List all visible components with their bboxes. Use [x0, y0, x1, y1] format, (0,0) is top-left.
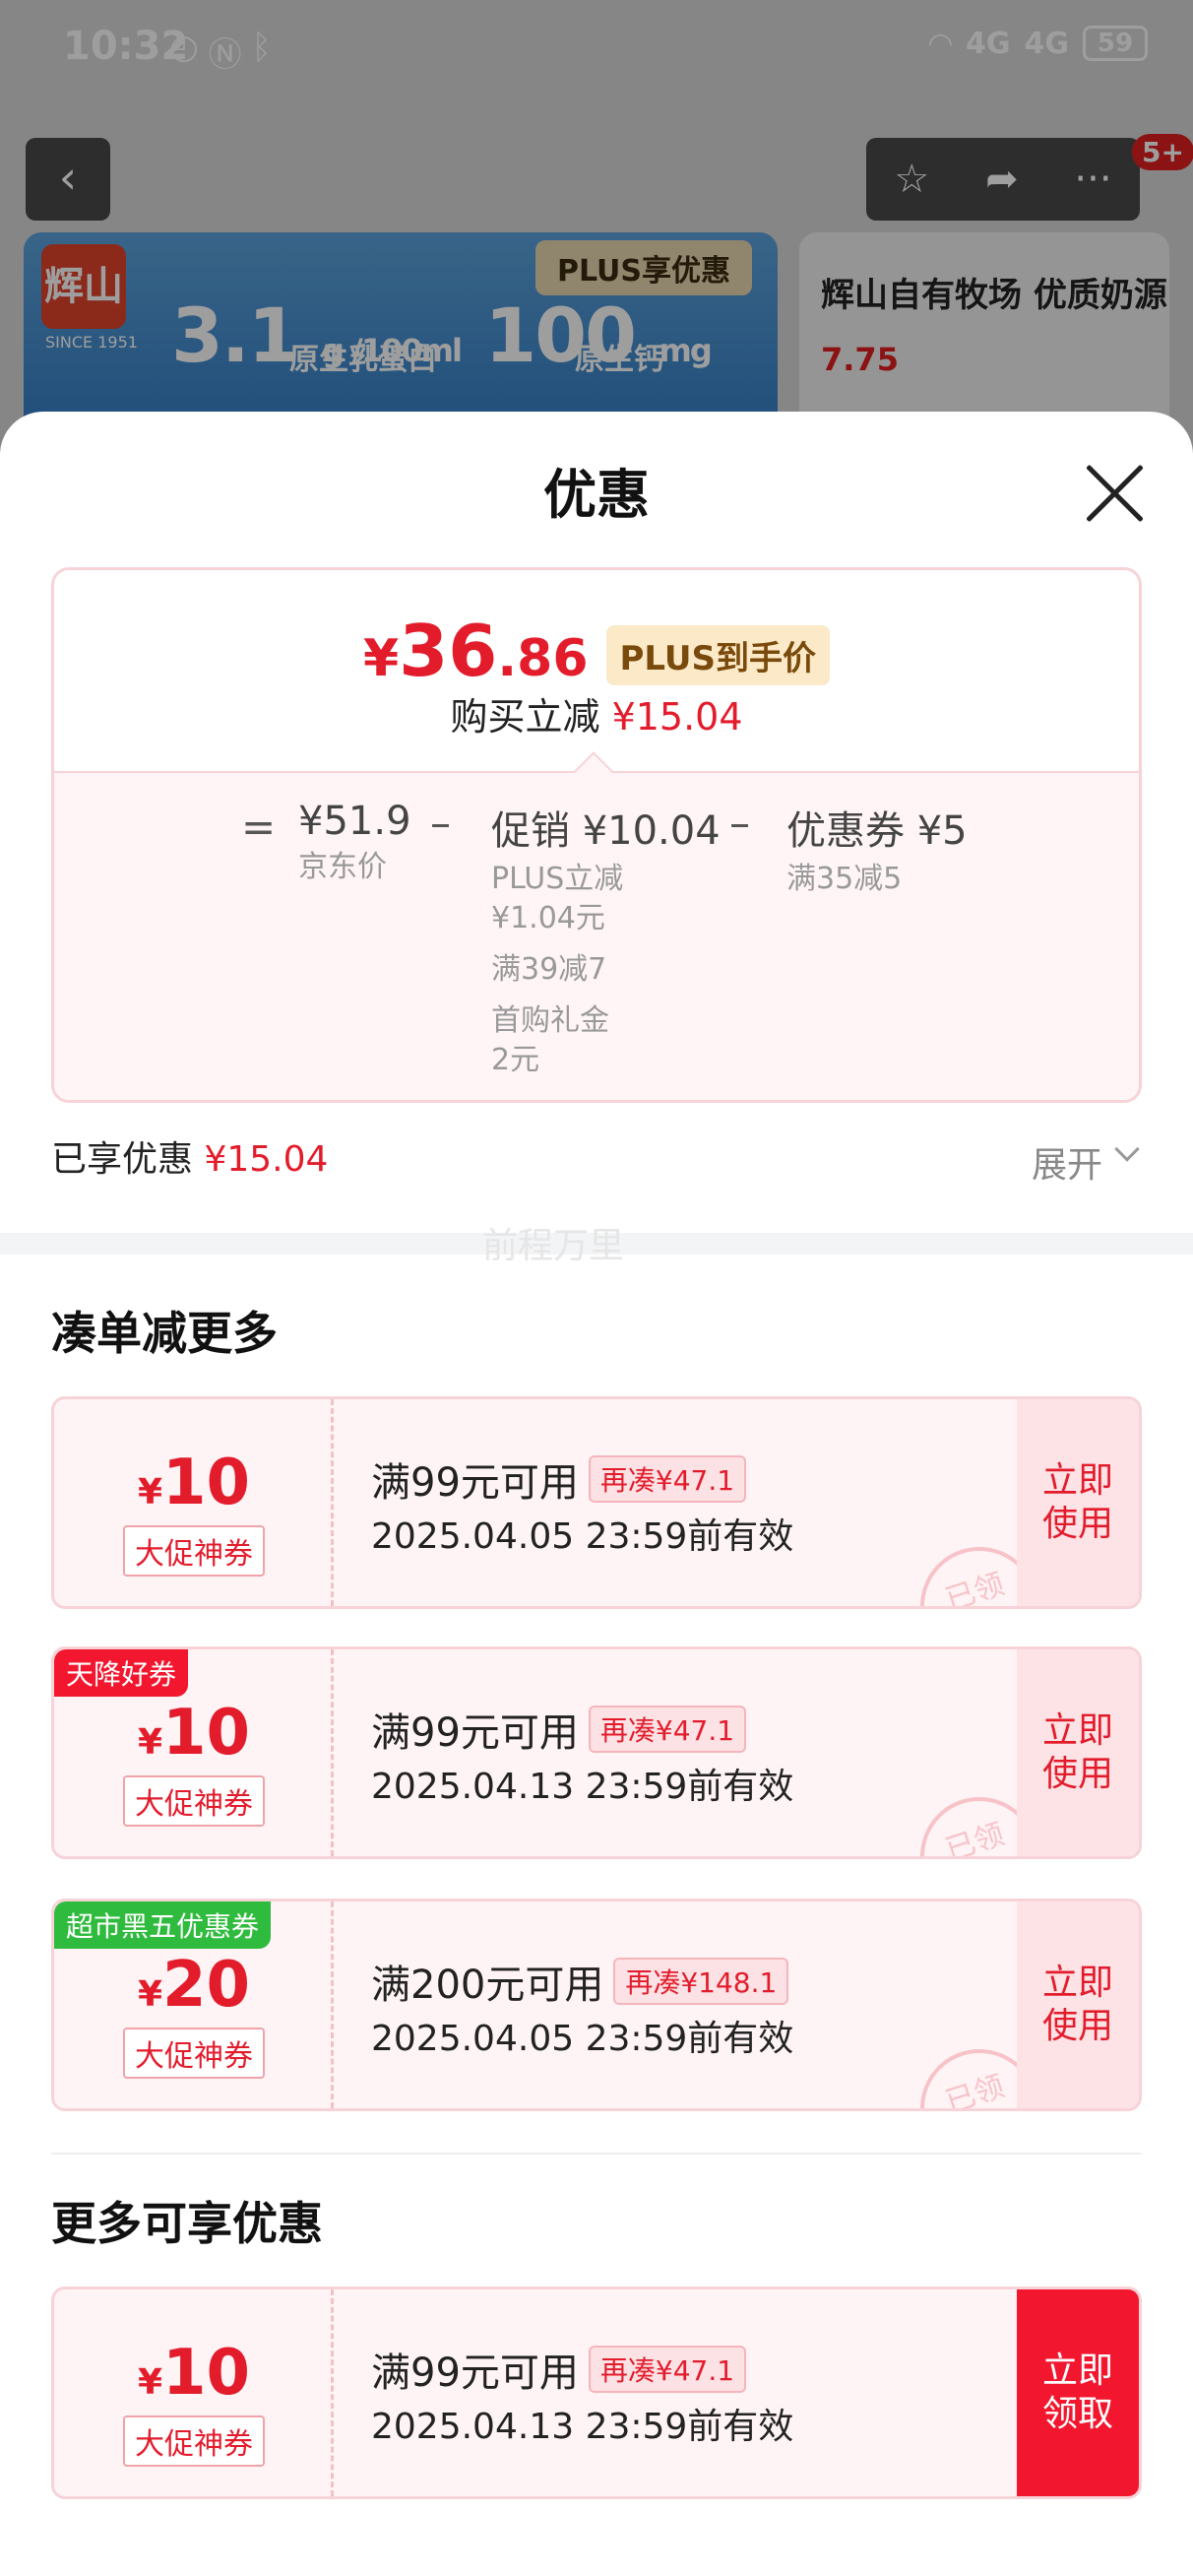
coupon-condition: 满200元可用 再凑¥148.1 [371, 1953, 789, 2010]
equals-sign: = [241, 803, 277, 851]
promo-item: 首购礼金 [491, 1003, 609, 1038]
final-price: ¥ 36 .86 PLUS到手价 [54, 610, 1139, 692]
use-now-button[interactable]: 立即 使用 [1017, 1399, 1139, 1606]
chevron-down-icon[interactable] [1114, 1136, 1140, 1162]
promo-item: ¥1.04元 [491, 901, 605, 935]
coupon-expiry: 2025.04.05 23:59前有效 [371, 1516, 794, 1557]
coupon-gap-tag: 再凑¥47.1 [588, 1455, 747, 1503]
close-icon[interactable] [1083, 461, 1148, 526]
coupon-type: 大促神券 [123, 1525, 265, 1577]
watermark: 前程万里 [482, 1226, 625, 1266]
use-now-button[interactable]: 立即 使用 [1017, 1649, 1139, 1856]
coupon-expiry: 2025.04.13 23:59前有效 [371, 2407, 794, 2447]
promo-item: 满39减7 [491, 952, 607, 987]
sheet-title: 优惠 [543, 464, 650, 526]
coupon-card[interactable]: ¥10 大促神券 天降好券 满99元可用 再凑¥47.1 2025.04.13 … [51, 1646, 1142, 1859]
price-decimal: .86 [497, 629, 589, 688]
price-integer: 36 [399, 610, 498, 692]
coupon-type: 大促神券 [123, 1775, 265, 1827]
plus-price-tag: PLUS到手价 [605, 625, 830, 685]
minus-sign: – [729, 799, 750, 847]
expand-button[interactable]: 展开 [1032, 1136, 1102, 1188]
coupon-amount: ¥10 [137, 2337, 251, 2410]
coupon-expiry: 2025.04.13 23:59前有效 [371, 1767, 794, 1807]
coupon-head: 优惠券 ¥5 [786, 808, 968, 854]
promo-col: 促销 ¥10.04 PLUS立减 ¥1.04元 满39减7 首购礼金 2元 [491, 799, 721, 1080]
section-title-more-reduce: 凑单减更多 [51, 1307, 278, 1360]
coupon-value-area: ¥10 大促神券 [54, 1399, 334, 1606]
coupon-condition: 满99元可用 再凑¥47.1 [371, 1701, 747, 1758]
coupon-sub: 满35减5 [786, 862, 903, 896]
coupon-amount: ¥10 [137, 1697, 251, 1770]
minus-sign: – [430, 799, 451, 847]
coupon-gap-tag: 再凑¥148.1 [613, 1958, 789, 2005]
section-title-more-offers: 更多可享优惠 [51, 2197, 323, 2250]
coupon-card[interactable]: ¥10 大促神券 满99元可用 再凑¥47.1 2025.04.13 23:59… [51, 2286, 1142, 2499]
price-currency: ¥ [363, 629, 400, 688]
price-breakdown: = ¥51.9 京东价 – 促销 ¥10.04 PLUS立减 ¥1.04元 满3… [54, 771, 1139, 1100]
use-now-button[interactable]: 立即 使用 [1017, 1901, 1139, 2108]
divider [51, 2153, 1142, 2155]
coupon-condition: 满99元可用 再凑¥47.1 [371, 2341, 747, 2398]
product-page-background: 10:32 ◴ Ⓝ ᛒ ◠ 4G 4G 59 ‹ ☆ ➦ ··· 5+ 辉山 S… [0, 0, 1193, 453]
jd-price-col: ¥51.9 京东价 [298, 799, 411, 887]
promo-item: 2元 [491, 1043, 540, 1077]
coupon-value-area: ¥10 大促神券 [54, 2289, 334, 2496]
coupon-condition: 满99元可用 再凑¥47.1 [371, 1450, 747, 1508]
instant-reduction: 购买立减 ¥15.04 [450, 695, 743, 739]
coupon-gap-tag: 再凑¥47.1 [588, 2346, 747, 2393]
claim-now-button[interactable]: 立即 领取 [1017, 2289, 1139, 2496]
coupon-col: 优惠券 ¥5 满35减5 [786, 799, 968, 899]
promo-item: PLUS立减 [491, 862, 624, 896]
price-summary: ¥ 36 .86 PLUS到手价 购买立减 ¥15.04 [54, 570, 1139, 771]
coupon-type: 大促神券 [123, 2415, 265, 2467]
coupon-amount: ¥10 [137, 1447, 251, 1519]
coupon-card[interactable]: ¥20 大促神券 超市黑五优惠券 满200元可用 再凑¥148.1 2025.0… [51, 1899, 1142, 2111]
coupon-amount: ¥20 [137, 1949, 251, 2022]
jd-price: ¥51.9 [298, 799, 411, 844]
enjoyed-discount: 已享优惠 ¥15.04 [51, 1139, 329, 1180]
coupon-ribbon: 超市黑五优惠券 [54, 1901, 272, 1949]
jd-price-label: 京东价 [298, 850, 387, 884]
coupon-expiry: 2025.04.05 23:59前有效 [371, 2019, 794, 2059]
coupon-ribbon: 天降好券 [54, 1649, 189, 1697]
promo-head: 促销 ¥10.04 [491, 808, 721, 854]
dim-overlay[interactable] [0, 0, 1193, 453]
coupon-gap-tag: 再凑¥47.1 [588, 1706, 747, 1753]
coupon-card[interactable]: ¥10 大促神券 满99元可用 再凑¥47.1 2025.04.05 23:59… [51, 1396, 1142, 1609]
price-card: ¥ 36 .86 PLUS到手价 购买立减 ¥15.04 = ¥51.9 京东价… [51, 567, 1142, 1103]
discount-sheet: 优惠 ¥ 36 .86 PLUS到手价 购买立减 ¥15.04 = ¥51.9 … [0, 412, 1193, 2576]
coupon-type: 大促神券 [123, 2028, 265, 2079]
